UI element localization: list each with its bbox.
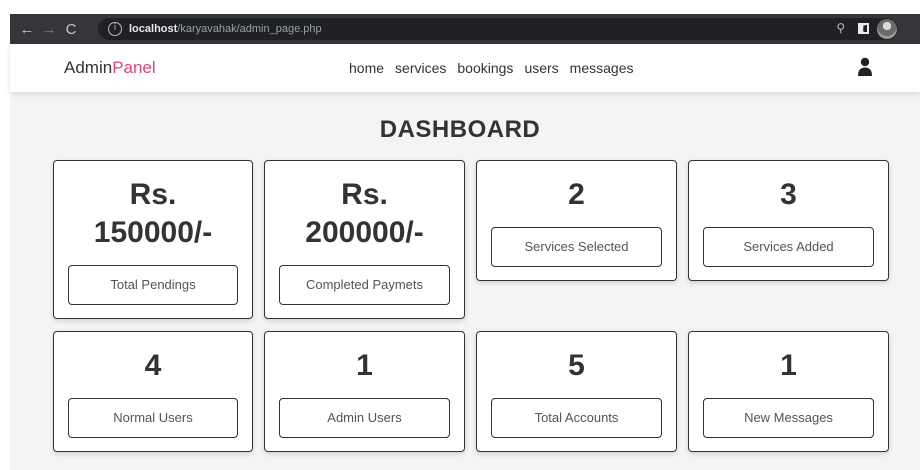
card-label-button[interactable]: Admin Users xyxy=(279,398,450,438)
card-label-button[interactable]: Services Selected xyxy=(491,227,662,267)
nav-services[interactable]: services xyxy=(395,60,446,76)
address-bar[interactable]: i localhost/karyavahak/admin_page.php ⚲ … xyxy=(98,18,898,40)
card-value: Rs. xyxy=(129,178,177,211)
card-services-selected: 2 Services Selected xyxy=(476,160,677,281)
logo[interactable]: AdminPanel xyxy=(64,58,156,78)
page-content: AdminPanel home services bookings users … xyxy=(10,44,920,470)
zoom-magnifier-icon[interactable]: ⚲ xyxy=(836,21,845,35)
back-arrow-icon[interactable]: ← xyxy=(16,21,38,38)
card-value: 1 xyxy=(780,349,797,382)
card-total-pendings: Rs. 150000/- Total Pendings xyxy=(53,160,253,319)
card-admin-users: 1 Admin Users xyxy=(264,331,465,452)
url-host: localhost xyxy=(129,23,178,35)
card-value: Rs. xyxy=(341,178,388,211)
side-panel-icon[interactable] xyxy=(858,23,869,34)
card-services-added: 3 Services Added xyxy=(688,160,889,281)
card-value: 3 xyxy=(780,178,797,211)
card-label-button[interactable]: Total Pendings xyxy=(68,265,238,305)
browser-toolbar: ← → C i localhost/karyavahak/admin_page.… xyxy=(10,14,920,44)
url-path: /karyavahak/admin_page.php xyxy=(177,23,322,35)
logo-accent: Panel xyxy=(112,58,156,77)
card-completed-payments: Rs. 200000/- Completed Paymets xyxy=(264,160,465,319)
nav-home[interactable]: home xyxy=(349,60,384,76)
site-info-icon[interactable]: i xyxy=(108,22,122,36)
profile-avatar[interactable] xyxy=(877,19,897,39)
card-total-accounts: 5 Total Accounts xyxy=(476,331,677,452)
card-label-button[interactable]: Normal Users xyxy=(68,398,238,438)
nav-bookings[interactable]: bookings xyxy=(457,60,513,76)
card-value: 1 xyxy=(356,349,373,382)
card-label-button[interactable]: Services Added xyxy=(703,227,874,267)
admin-header: AdminPanel home services bookings users … xyxy=(10,44,920,92)
menu-kebab-icon[interactable]: ⋮ xyxy=(915,20,920,38)
card-new-messages: 1 New Messages xyxy=(688,331,889,452)
card-label-button[interactable]: Total Accounts xyxy=(491,398,662,438)
card-normal-users: 4 Normal Users xyxy=(53,331,253,452)
card-value: 200000/- xyxy=(305,216,424,249)
address-url[interactable]: localhost/karyavahak/admin_page.php xyxy=(129,23,322,35)
forward-arrow-icon[interactable]: → xyxy=(38,21,60,38)
top-strip xyxy=(0,0,920,14)
card-value: 4 xyxy=(144,349,162,382)
reload-icon[interactable]: C xyxy=(60,21,82,38)
card-label-button[interactable]: New Messages xyxy=(703,398,874,438)
card-label-button[interactable]: Completed Paymets xyxy=(279,265,450,305)
logo-main: Admin xyxy=(64,58,113,77)
nav-messages[interactable]: messages xyxy=(570,60,634,76)
card-value: 150000/- xyxy=(93,216,213,249)
card-value: 2 xyxy=(568,178,585,211)
nav-users[interactable]: users xyxy=(524,60,558,76)
page-title: DASHBOARD xyxy=(379,116,541,143)
user-icon[interactable] xyxy=(858,57,872,77)
main-nav: home services bookings users messages xyxy=(349,60,633,76)
card-value: 5 xyxy=(568,349,585,382)
